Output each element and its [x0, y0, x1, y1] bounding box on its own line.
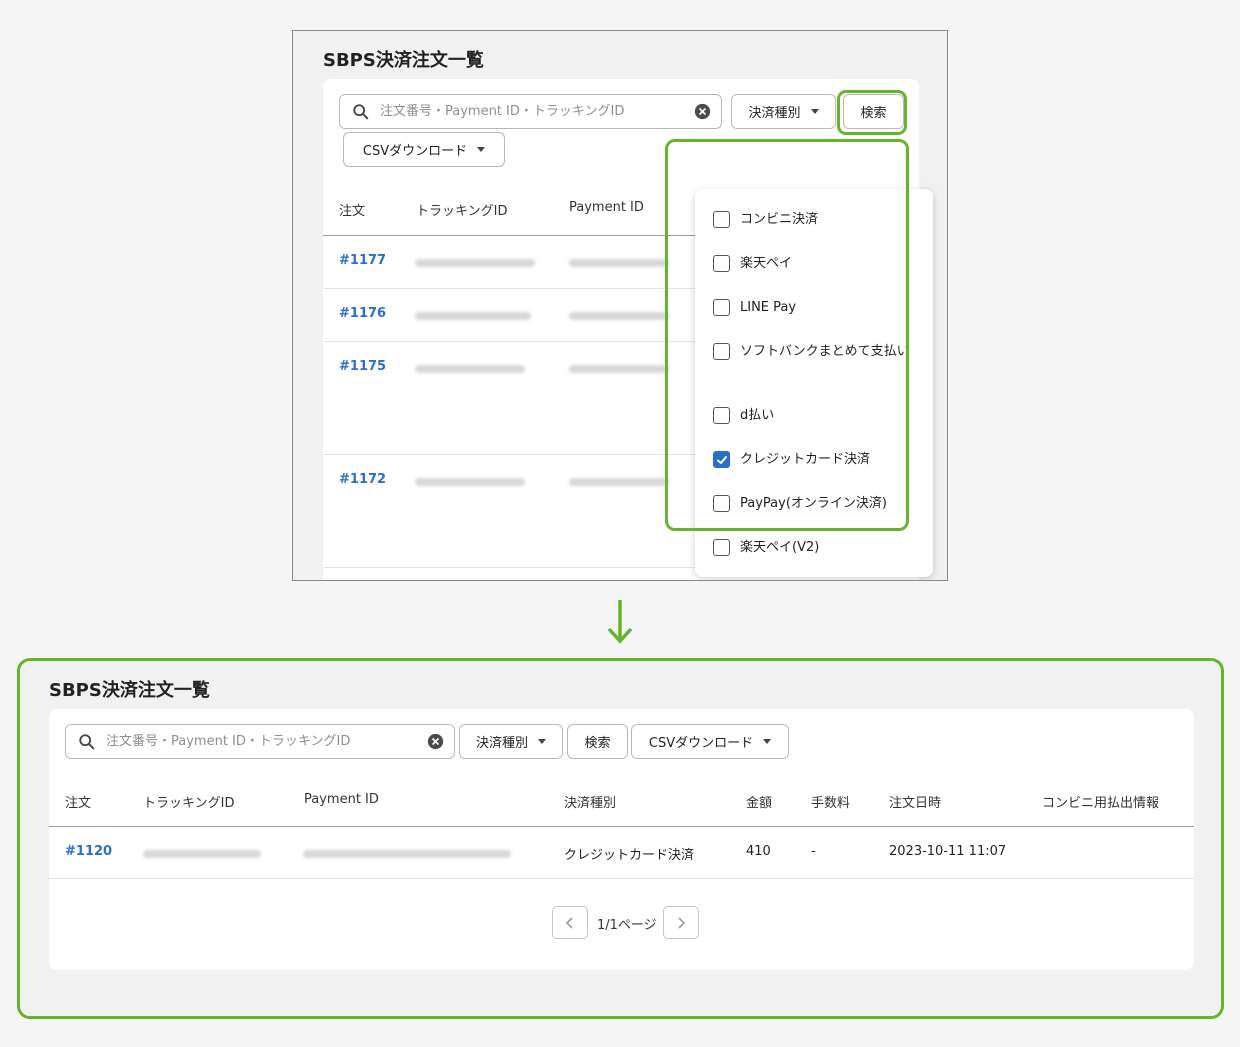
column-header-payment-type: 決済種別 — [564, 796, 617, 811]
option-label: コンビニ決済 — [740, 212, 819, 227]
page-title: SBPS決済注文一覧 — [49, 680, 210, 701]
redacted-payment-id — [569, 365, 669, 373]
redacted-tracking-id — [415, 478, 525, 486]
order-link-1175[interactable]: #1175 — [339, 359, 386, 374]
chevron-right-icon — [678, 916, 686, 929]
orders-card: 決済種別 検索 CSVダウンロード 注文 トラッキングID Payment ID… — [49, 709, 1194, 970]
search-button-label: 検索 — [584, 736, 611, 751]
csv-download-button[interactable]: CSVダウンロード — [631, 724, 789, 759]
redacted-tracking-id — [415, 259, 535, 267]
cell-amount: 410 — [746, 844, 771, 859]
payment-type-dropdown: コンビニ決済 楽天ペイ LINE Pay ソフトバンクまとめて支払い d払い ク… — [695, 189, 933, 577]
option-label: クレジットカード決済 — [740, 452, 871, 467]
chevron-left-icon — [565, 916, 573, 929]
page-title: SBPS決済注文一覧 — [323, 50, 484, 71]
search-field[interactable] — [339, 94, 722, 129]
csv-download-button[interactable]: CSVダウンロード — [343, 132, 505, 167]
pager-previous-button[interactable] — [552, 906, 588, 939]
column-header-order: 注文 — [339, 204, 366, 219]
clear-icon[interactable] — [427, 733, 444, 750]
column-header-amount: 金額 — [746, 796, 773, 811]
search-button-label: 検索 — [860, 106, 887, 121]
cell-fee: - — [811, 844, 816, 859]
column-header-tracking-id: トラッキングID — [416, 204, 508, 219]
checkbox-unchecked-icon[interactable] — [713, 343, 730, 360]
csv-download-label: CSVダウンロード — [362, 144, 468, 159]
option-convenience-store[interactable]: コンビニ決済 — [713, 210, 912, 229]
header-divider — [49, 826, 1194, 827]
option-label: d払い — [740, 408, 775, 423]
option-label: 楽天ペイ — [740, 256, 793, 271]
payment-type-label: 決済種別 — [748, 106, 801, 121]
caret-down-icon — [763, 739, 772, 744]
column-header-tracking-id: トラッキングID — [143, 796, 235, 811]
search-icon — [353, 103, 369, 119]
redacted-payment-id — [569, 478, 669, 486]
caret-down-icon — [810, 109, 819, 114]
pager-status: 1/1ページ — [597, 918, 657, 933]
checkmark-icon — [716, 455, 727, 464]
option-rakuten-pay-v2[interactable]: 楽天ペイ(V2) — [713, 538, 912, 557]
redacted-payment-id — [303, 850, 511, 858]
order-link-1176[interactable]: #1176 — [339, 306, 386, 321]
option-label: 楽天ペイ(V2) — [740, 540, 820, 555]
search-input[interactable] — [380, 104, 694, 119]
redacted-payment-id — [569, 259, 669, 267]
column-header-payment-id: Payment ID — [569, 200, 644, 215]
option-credit-card[interactable]: クレジットカード決済 — [713, 450, 912, 469]
csv-download-label: CSVダウンロード — [648, 736, 754, 751]
payment-type-filter-button[interactable]: 決済種別 — [459, 724, 563, 759]
option-label: LINE Pay — [740, 300, 797, 315]
checkbox-unchecked-icon[interactable] — [713, 211, 730, 228]
caret-down-icon — [477, 147, 486, 152]
checkbox-unchecked-icon[interactable] — [713, 255, 730, 272]
option-line-pay[interactable]: LINE Pay — [713, 298, 912, 317]
column-header-order-datetime: 注文日時 — [889, 796, 942, 811]
search-field[interactable] — [65, 724, 455, 759]
option-paypay[interactable]: PayPay(オンライン決済) — [713, 494, 912, 513]
checkbox-unchecked-icon[interactable] — [713, 495, 730, 512]
orders-card: 決済種別 検索 CSVダウンロード 注文 トラッキングID Payment ID… — [323, 79, 933, 580]
pager-next-button[interactable] — [663, 906, 699, 939]
clear-icon[interactable] — [694, 103, 711, 120]
option-label: PayPay(オンライン決済) — [740, 496, 887, 511]
column-header-order: 注文 — [65, 796, 92, 811]
cell-payment-type: クレジットカード決済 — [564, 848, 695, 863]
column-header-payment-id: Payment ID — [304, 792, 379, 807]
option-label: ソフトバンクまとめて支払い — [740, 344, 910, 359]
redacted-payment-id — [569, 312, 669, 320]
order-link-1120[interactable]: #1120 — [65, 844, 112, 859]
search-button[interactable]: 検索 — [843, 94, 904, 129]
search-button[interactable]: 検索 — [567, 724, 628, 759]
cell-order-datetime: 2023-10-11 11:07 — [889, 844, 1007, 859]
redacted-tracking-id — [415, 365, 525, 373]
column-header-convenience-payout: コンビニ用払出情報 — [1042, 796, 1160, 811]
redacted-tracking-id — [143, 850, 261, 858]
payment-type-label: 決済種別 — [475, 736, 528, 751]
search-input[interactable] — [106, 734, 427, 749]
payment-type-filter-button[interactable]: 決済種別 — [731, 94, 836, 129]
arrow-down-icon — [607, 600, 633, 644]
option-d-barai[interactable]: d払い — [713, 406, 912, 425]
order-link-1177[interactable]: #1177 — [339, 253, 386, 268]
top-screenshot-panel: SBPS決済注文一覧 決済種別 検索 CSVダウンロード 注文 トラッキングID… — [292, 30, 948, 581]
option-rakuten-pay[interactable]: 楽天ペイ — [713, 254, 912, 273]
checkbox-unchecked-icon[interactable] — [713, 407, 730, 424]
checkbox-unchecked-icon[interactable] — [713, 539, 730, 556]
checkbox-unchecked-icon[interactable] — [713, 299, 730, 316]
redacted-tracking-id — [415, 312, 531, 320]
option-softbank[interactable]: ソフトバンクまとめて支払い — [713, 342, 912, 361]
search-icon — [79, 733, 95, 749]
column-header-fee: 手数料 — [811, 796, 851, 811]
checkbox-checked-icon[interactable] — [713, 451, 730, 468]
caret-down-icon — [538, 739, 546, 744]
order-link-1172[interactable]: #1172 — [339, 472, 386, 487]
row-divider — [49, 878, 1194, 879]
